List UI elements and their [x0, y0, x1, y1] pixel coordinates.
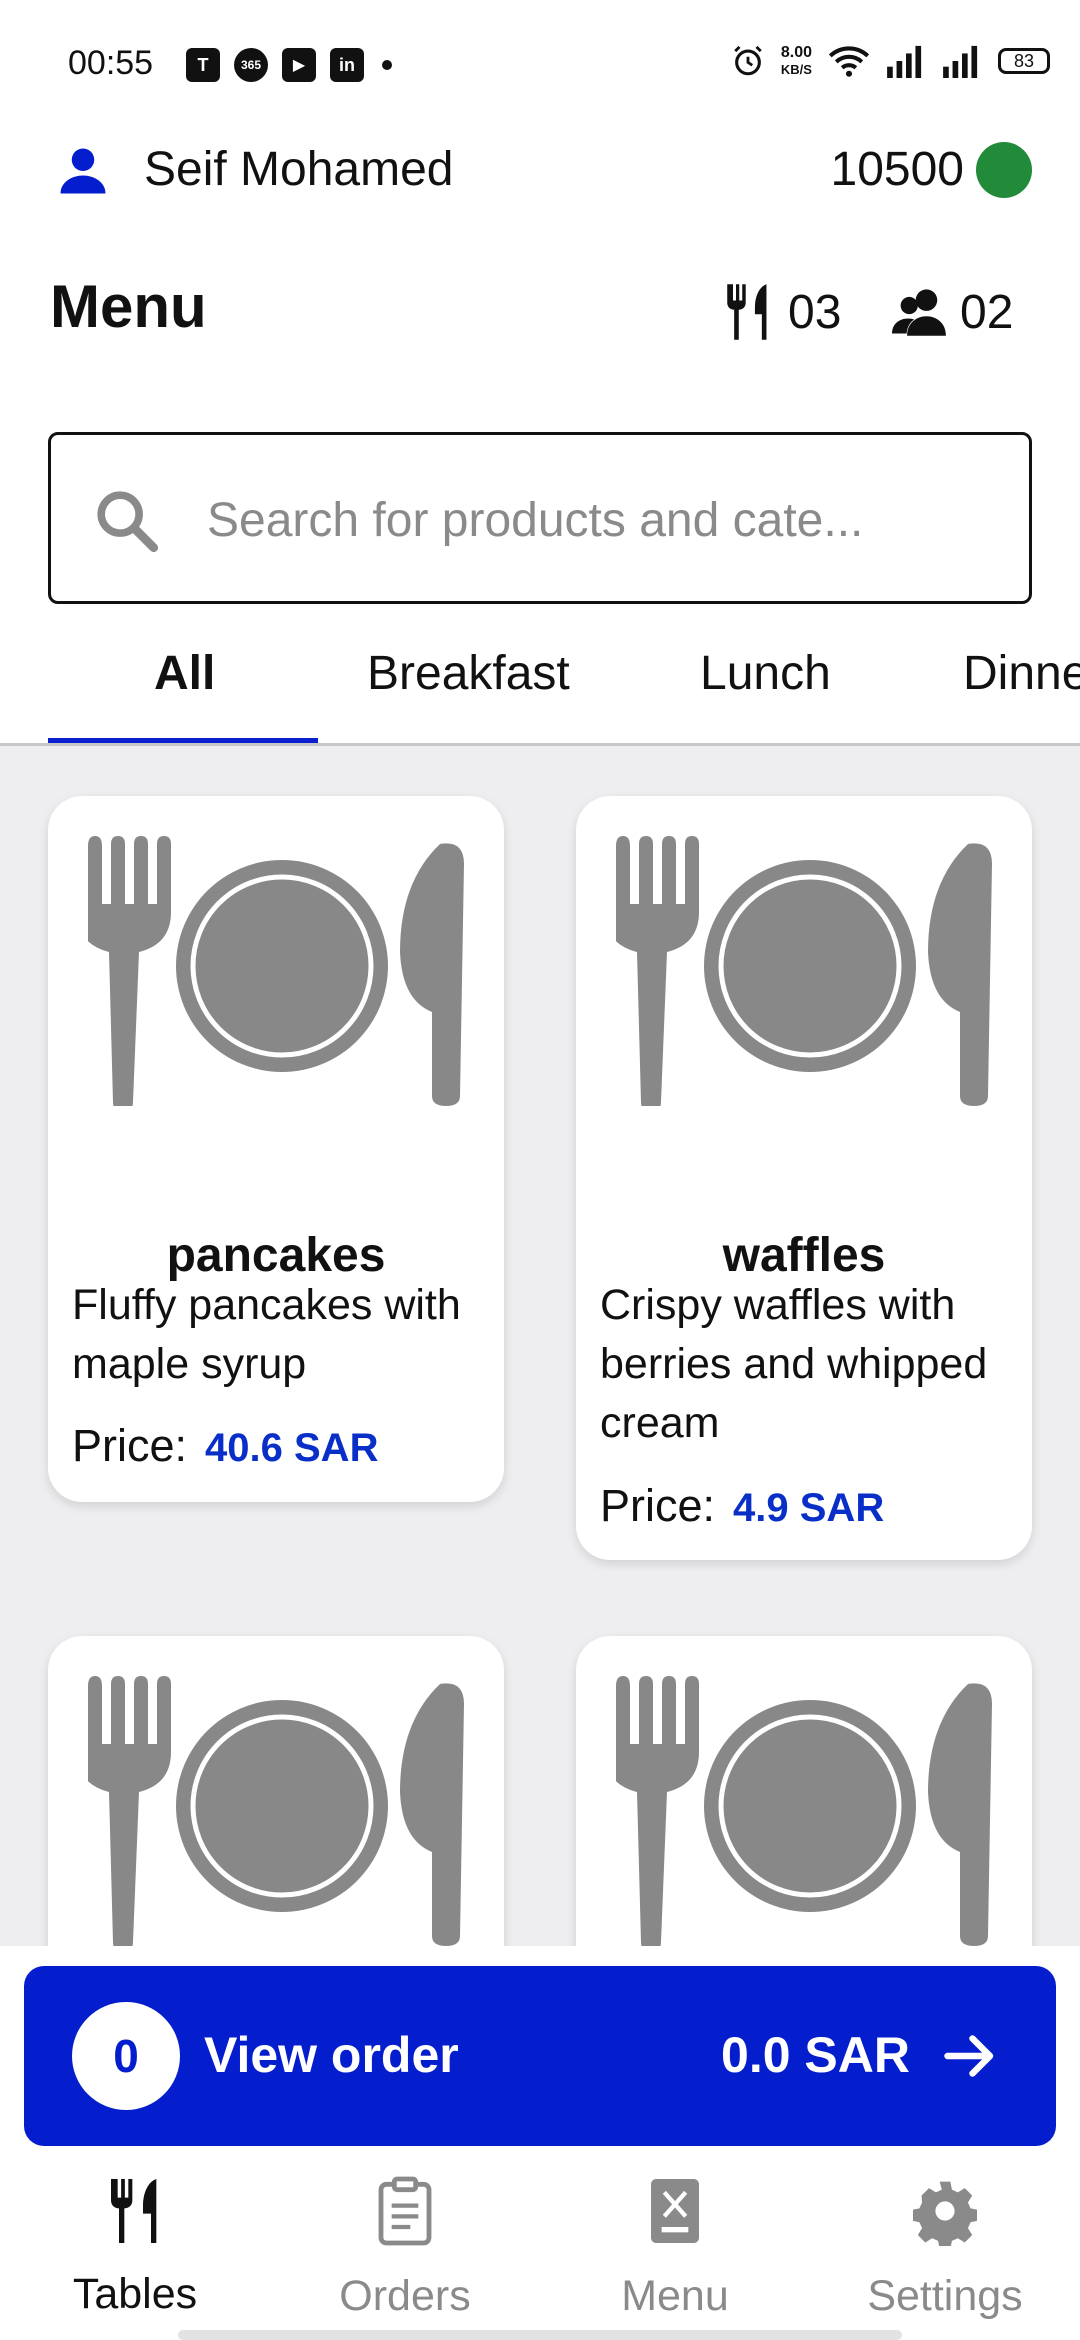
network-speed-unit: KB/S — [780, 62, 812, 77]
gear-icon — [913, 2181, 977, 2246]
tables-icon — [111, 2179, 157, 2243]
guests-count-indicator: 02 — [892, 282, 1013, 342]
signal-icon-2 — [943, 45, 978, 78]
users-icon — [892, 289, 946, 336]
active-tab-indicator — [48, 738, 318, 743]
guests-count: 02 — [960, 285, 1014, 339]
teams-icon: T — [186, 48, 220, 82]
view-order-label: View order — [204, 2027, 459, 2083]
view-order-button[interactable]: 0 View order 0.0 SAR — [24, 1966, 1056, 2146]
wifi-icon — [828, 46, 870, 77]
network-speed-value: 8.00 — [780, 44, 812, 61]
search-icon — [97, 491, 159, 553]
order-total: 0.0 SAR — [721, 2027, 910, 2083]
clipboard-icon — [378, 2176, 432, 2246]
online-status-indicator — [976, 142, 1032, 198]
nav-menu[interactable]: Menu — [540, 2176, 810, 2326]
linkedin-icon: in — [330, 48, 364, 82]
youtube-icon: ▶ — [282, 48, 316, 82]
fork-knife-icon — [727, 284, 767, 340]
tab-breakfast[interactable]: Breakfast — [367, 646, 570, 701]
battery-icon: 83 — [998, 48, 1050, 74]
search-input[interactable] — [205, 481, 989, 559]
menu-book-icon — [651, 2179, 699, 2243]
order-item-count: 0 — [72, 2002, 180, 2110]
nav-orders-label: Orders — [339, 2272, 471, 2320]
status-bar: 00:55 T 365 ▶ in 8.00 KB/S 83 — [0, 0, 1080, 130]
alarm-icon — [734, 45, 762, 76]
balance-value: 10500 — [830, 143, 964, 196]
product-card[interactable]: pancakes Fluffy pancakes with maple syru… — [48, 796, 504, 1502]
signal-icon — [887, 45, 922, 78]
office365-icon: 365 — [234, 48, 268, 82]
notification-icons: T 365 ▶ in — [186, 48, 392, 82]
nav-settings-label: Settings — [867, 2272, 1023, 2320]
nav-settings[interactable]: Settings — [810, 2176, 1080, 2326]
price-value: 4.9 SAR — [733, 1486, 885, 1530]
product-name: waffles — [722, 1229, 886, 1282]
nav-menu-label: Menu — [621, 2272, 729, 2320]
status-time: 00:55 — [68, 44, 154, 82]
plate-cutlery-icon — [616, 836, 992, 1106]
tab-all[interactable]: All — [154, 646, 215, 701]
nav-tables-label: Tables — [72, 2270, 198, 2318]
page-title: Menu — [50, 273, 207, 340]
product-price-row: Price: 40.6 SAR — [72, 1420, 378, 1472]
tables-count: 03 — [788, 285, 842, 339]
arrow-right-icon — [944, 2035, 994, 2077]
product-card[interactable]: waffles Crispy waffles with berries and … — [576, 796, 1032, 1560]
category-tabs: All Breakfast Lunch Dinner — [0, 620, 1080, 746]
bottom-navigation: Tables Orders Menu Settings — [0, 2146, 1080, 2340]
nav-tables[interactable]: Tables — [0, 2176, 270, 2326]
product-grid: pancakes Fluffy pancakes with maple syru… — [0, 746, 1080, 1946]
product-price-row: Price: 4.9 SAR — [600, 1480, 884, 1532]
price-label: Price: — [600, 1480, 716, 1531]
product-name: pancakes — [166, 1229, 386, 1282]
plate-cutlery-icon — [88, 1676, 464, 1946]
tab-lunch[interactable]: Lunch — [700, 646, 831, 701]
network-speed: 8.00 KB/S — [781, 44, 812, 78]
tab-dinner[interactable]: Dinner — [963, 646, 1080, 701]
search-box[interactable] — [48, 432, 1032, 604]
product-description: Crispy waffles with berries and whipped … — [600, 1281, 988, 1447]
price-value: 40.6 SAR — [205, 1426, 379, 1470]
price-label: Price: — [72, 1420, 188, 1471]
more-notifications-dot — [382, 60, 392, 70]
product-card[interactable] — [576, 1636, 1032, 1946]
user-name: Seif Mohamed — [144, 143, 454, 196]
home-indicator[interactable] — [178, 2330, 902, 2340]
nav-orders[interactable]: Orders — [270, 2176, 540, 2326]
product-card[interactable] — [48, 1636, 504, 1946]
plate-cutlery-icon — [88, 836, 464, 1106]
system-icons: 8.00 KB/S 83 — [731, 44, 1050, 78]
user-icon — [60, 148, 106, 194]
product-description: Fluffy pancakes with maple syrup — [72, 1281, 461, 1388]
plate-cutlery-icon — [616, 1676, 992, 1946]
tables-count-indicator: 03 — [720, 282, 841, 342]
user-bar: Seif Mohamed 10500 — [0, 130, 1080, 210]
